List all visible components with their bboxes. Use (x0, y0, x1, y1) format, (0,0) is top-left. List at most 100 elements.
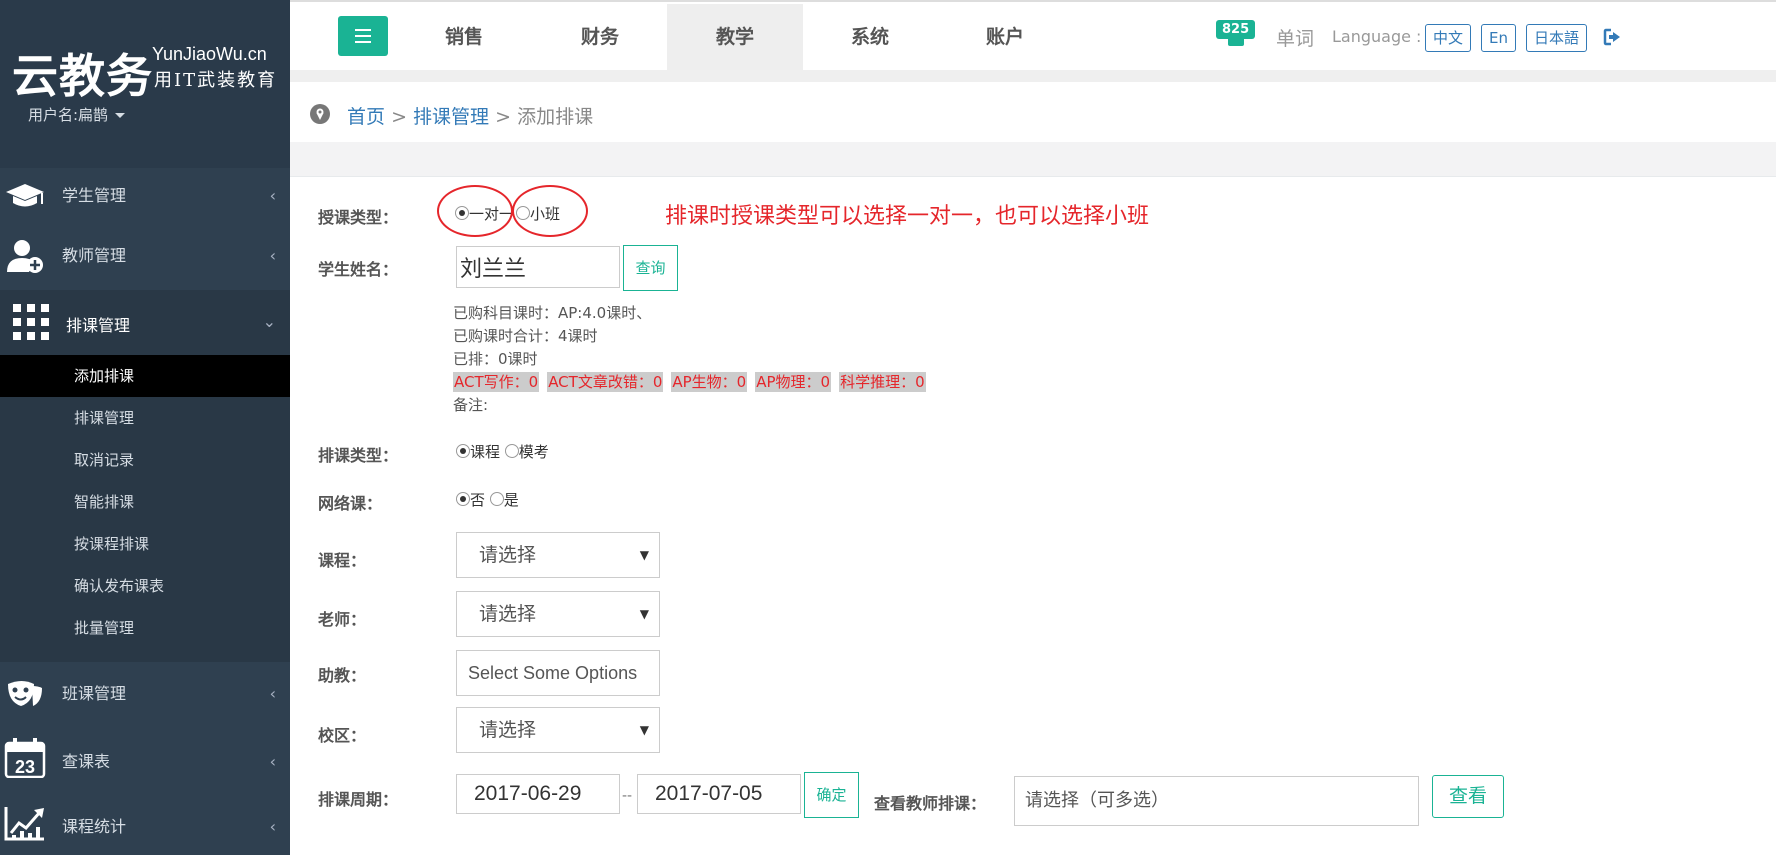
purchased-subject-hours: 已购科目课时：AP:4.0课时、 (453, 304, 652, 322)
radio-icon[interactable] (456, 492, 470, 506)
lang-en-button[interactable]: En (1481, 24, 1516, 52)
submenu-item-publish[interactable]: 确认发布课表 (0, 565, 290, 607)
breadcrumb-separator: > (495, 106, 512, 128)
confirm-date-button[interactable]: 确定 (804, 772, 859, 818)
submenu-item-by-course[interactable]: 按课程排课 (0, 523, 290, 565)
teacher-select[interactable]: 请选择 ▼ (456, 591, 660, 637)
sidebar-item-statistics[interactable]: 课程统计 ‹ (0, 795, 290, 855)
user-menu[interactable]: 用户名:扁鹊 (28, 104, 125, 125)
username-label: 用户名:扁鹊 (28, 106, 109, 124)
campus-select[interactable]: 请选择 ▼ (456, 707, 660, 753)
tab-finance[interactable]: 财务 (532, 4, 668, 70)
submenu-item-cancel-records[interactable]: 取消记录 (0, 439, 290, 481)
subject-tag: ACT文章改错：0 (547, 372, 664, 392)
tab-sales[interactable]: 销售 (396, 4, 532, 70)
subject-tag: AP生物：0 (671, 372, 748, 392)
dropdown-arrow-icon: ▼ (639, 723, 649, 737)
campus-select-value: 请选择 (479, 719, 537, 741)
line-chart-icon (4, 807, 44, 841)
sidebar-item-students[interactable]: 学生管理 ‹ (0, 164, 290, 224)
tab-teaching[interactable]: 教学 (667, 4, 803, 70)
schedule-type-label: 排课类型： (318, 446, 399, 465)
assistant-placeholder: Select Some Options (468, 663, 638, 683)
submenu-item-smart-schedule[interactable]: 智能排课 (0, 481, 290, 523)
view-teacher-schedule-label: 查看教师排课： (874, 794, 987, 813)
hamburger-line (355, 29, 371, 31)
hamburger-line (355, 41, 371, 43)
annotation-circle (437, 185, 513, 237)
breadcrumb-home-link[interactable]: 首页 (347, 106, 385, 128)
content-header-band (290, 142, 1776, 177)
dropdown-arrow-icon: ▼ (639, 607, 649, 621)
calendar-day-text: 23 (15, 757, 35, 777)
breadcrumb-bar: 首页 > 排课管理 > 添加排课 (290, 82, 1776, 142)
course-label: 课程： (318, 551, 367, 570)
schedule-period-label: 排课周期： (318, 790, 399, 809)
subject-tag: ACT写作：0 (453, 372, 540, 392)
schedule-type-course[interactable]: 课程 (456, 443, 500, 461)
theater-masks-icon (8, 681, 42, 706)
hamburger-line (355, 35, 371, 37)
language-label: Language : (1332, 27, 1422, 46)
student-name-input[interactable] (456, 246, 620, 288)
date-end-input[interactable] (637, 774, 801, 814)
online-class-no[interactable]: 否 (456, 491, 485, 509)
sidebar-item-label: 排课管理 (66, 316, 131, 335)
breadcrumb: 首页 > 排课管理 > 添加排课 (347, 102, 593, 129)
sidebar-item-label: 学生管理 (62, 186, 127, 205)
online-class-label: 网络课： (318, 494, 383, 513)
radio-label: 模考 (518, 443, 549, 461)
submenu-item-schedule-manage[interactable]: 排课管理 (0, 397, 290, 439)
schedule-type-group: 课程 模考 (456, 441, 549, 462)
sidebar-item-classes[interactable]: 班课管理 ‹ (0, 662, 290, 722)
sidebar-item-teachers[interactable]: 教师管理 ‹ (0, 224, 290, 284)
annotation-text: 排课时授课类型可以选择一对一，也可以选择小班 (665, 204, 1150, 229)
lang-zh-button[interactable]: 中文 (1425, 24, 1472, 52)
assistant-multiselect[interactable]: Select Some Options (456, 650, 660, 696)
logo-slogan: 用IT武装教育 (154, 70, 278, 91)
radio-label: 是 (503, 491, 519, 509)
query-button[interactable]: 查询 (623, 245, 678, 291)
caret-down-icon (114, 113, 125, 118)
logo-url: YunJiaoWu.cn (152, 44, 267, 64)
top-navbar: 销售 财务 教学 系统 账户 825 单词 Language : 中文 En 日… (290, 0, 1776, 70)
submenu-item-batch[interactable]: 批量管理 (0, 607, 290, 649)
submenu-item-add-schedule[interactable]: 添加排课 (0, 355, 290, 397)
menu-toggle-button[interactable] (338, 16, 388, 56)
lang-ja-button[interactable]: 日本語 (1526, 24, 1588, 52)
radio-label: 课程 (470, 443, 501, 461)
date-start-input[interactable] (456, 774, 620, 814)
teacher-select-value: 请选择 (479, 603, 537, 625)
scheduled-hours: 已排：0课时 (453, 350, 538, 368)
map-marker-icon (310, 104, 330, 124)
vocab-link[interactable]: 单词 (1276, 24, 1314, 51)
online-class-yes[interactable]: 是 (489, 491, 519, 509)
subject-tag: AP物理：0 (755, 372, 832, 392)
annotation-circle (512, 185, 588, 237)
chevron-left-icon: ‹ (269, 817, 276, 836)
teach-type-label: 授课类型： (318, 208, 399, 227)
radio-icon[interactable] (489, 492, 504, 506)
topbar-divider (290, 70, 1776, 82)
sidebar: 云教务 YunJiaoWu.cn 用IT武装教育 用户名:扁鹊 学生管理 ‹ 教… (0, 0, 290, 855)
sidebar-item-timetable[interactable]: 23 查课表 ‹ (0, 730, 290, 790)
radio-icon[interactable] (456, 444, 470, 458)
tab-system[interactable]: 系统 (802, 4, 938, 70)
graduation-cap-icon (6, 184, 44, 207)
course-select[interactable]: 请选择 ▼ (456, 532, 660, 578)
breadcrumb-parent-link[interactable]: 排课管理 (413, 106, 489, 128)
radio-label: 否 (470, 491, 486, 509)
assistant-label: 助教： (318, 666, 367, 685)
teacher-multiselect[interactable]: 请选择（可多选） (1014, 776, 1419, 826)
subject-tags: ACT写作：0 ACT文章改错：0 AP生物：0 AP物理：0 科学推理：0 (453, 371, 934, 392)
breadcrumb-separator: > (391, 106, 407, 128)
sidebar-item-scheduling[interactable]: 排课管理 ⌄ (0, 290, 290, 355)
radio-icon[interactable] (504, 444, 519, 458)
view-button[interactable]: 查看 (1432, 775, 1504, 818)
tab-account[interactable]: 账户 (937, 4, 1073, 70)
scheduling-submenu: 添加排课 排课管理 取消记录 智能排课 按课程排课 确认发布课表 批量管理 (0, 355, 290, 662)
purchased-total-hours: 已购课时合计：4课时 (453, 327, 598, 345)
remark-label: 备注: (453, 396, 489, 414)
logout-icon[interactable] (1603, 28, 1623, 46)
schedule-type-mock-exam[interactable]: 模考 (504, 443, 549, 461)
